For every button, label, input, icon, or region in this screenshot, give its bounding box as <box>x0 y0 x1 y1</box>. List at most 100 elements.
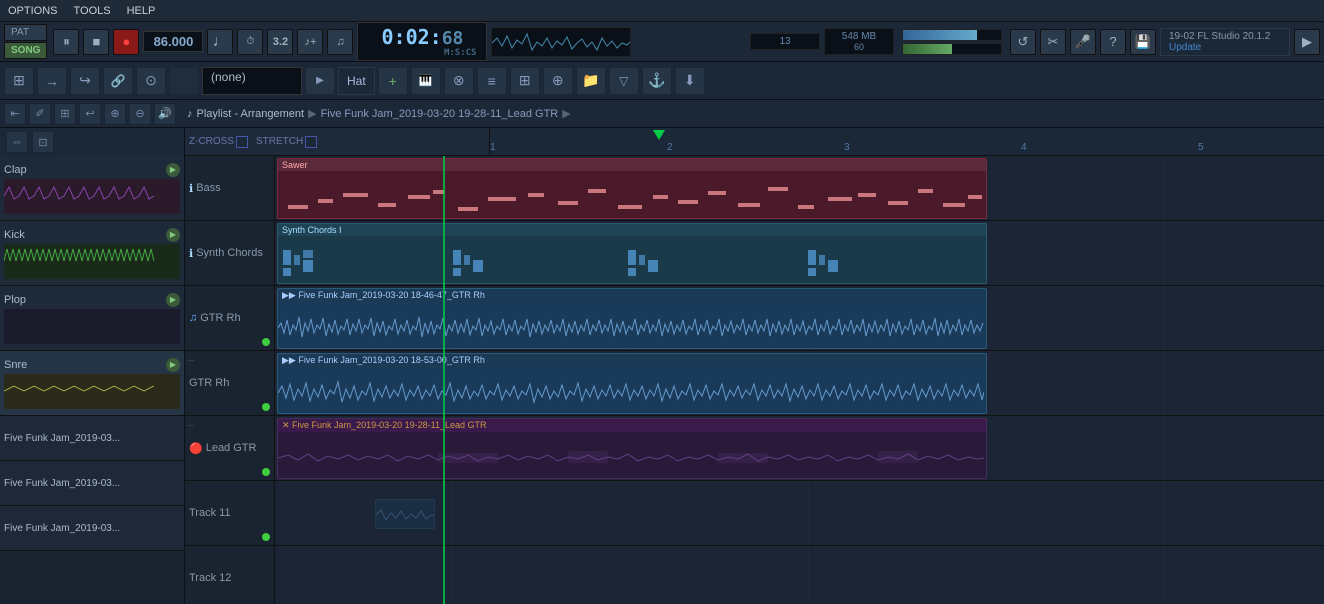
track-kick-row[interactable]: Kick ▶ <box>0 221 184 286</box>
track-plop-row[interactable]: Plop ▶ <box>0 286 184 351</box>
instrument-value: (none) <box>211 70 246 84</box>
breadcrumb-sep2: ▶ <box>562 107 570 120</box>
right-arrow-btn[interactable]: → <box>37 67 67 95</box>
z-cross-checkbox[interactable] <box>236 136 248 148</box>
mixer-btn[interactable]: ≡ <box>477 67 507 95</box>
track-file3-row[interactable]: Five Funk Jam_2019-03... <box>0 506 184 551</box>
gtr2-lane[interactable]: ▶▶ Five Funk Jam_2019-03-20 18-53-00_GTR… <box>275 351 1324 416</box>
track-clap-row[interactable]: Clap ▶ <box>0 156 184 221</box>
help-icon-btn[interactable]: ? <box>1100 29 1126 55</box>
track-file1-row[interactable]: Five Funk Jam_2019-03... <box>0 416 184 461</box>
zoom2-btn[interactable]: ⊖ <box>129 103 151 125</box>
mem-value: 548 MB <box>831 31 887 42</box>
menu-tools[interactable]: TOOLS <box>66 3 119 19</box>
time-sub: 68 <box>442 28 464 49</box>
undo-btn[interactable]: ↩ <box>79 103 101 125</box>
plugin-btn[interactable]: ⊕ <box>543 67 573 95</box>
bass-block[interactable]: Sawer <box>277 158 987 219</box>
expand-btn[interactable]: ▶ <box>1294 29 1320 55</box>
play-inst-btn[interactable]: ▶ <box>305 67 335 95</box>
pat-button[interactable]: PAT <box>4 24 47 41</box>
stamp-btn[interactable]: ⊙ <box>136 67 166 95</box>
fl-update[interactable]: Update <box>1169 42 1281 53</box>
gtr2-dots: ... <box>187 353 195 363</box>
stretch-checkbox[interactable] <box>305 136 317 148</box>
track-file2-row[interactable]: Five Funk Jam_2019-03... <box>0 461 184 506</box>
plop-end-btn[interactable]: ▶ <box>166 293 180 307</box>
lead-block[interactable]: ✕ Five Funk Jam_2019-03-20 19-28-11_Lead… <box>277 418 987 479</box>
track11-green-dot <box>262 533 270 541</box>
lane-blocks-area: Sawer <box>275 156 1324 604</box>
track11-lane[interactable] <box>275 481 1324 546</box>
menu-options[interactable]: OPTIONS <box>0 3 66 19</box>
fl-info: 19-02 FL Studio 20.1.2 <box>1169 31 1281 42</box>
gtr2-lane-name: GTR Rh <box>189 377 229 389</box>
master-pitch[interactable] <box>902 43 1002 55</box>
synth-lane[interactable]: Synth Chords I <box>275 221 1324 286</box>
gtr1-lane[interactable]: ▶▶ Five Funk Jam_2019-03-20 18-46-47_GTR… <box>275 286 1324 351</box>
menu-help[interactable]: HELP <box>119 3 164 19</box>
playhead-arrow <box>653 130 665 140</box>
instrument-panel: ⇔ ⊡ Clap ▶ Kick ▶ <box>0 128 185 604</box>
knob-btn[interactable]: ⊗ <box>444 67 474 95</box>
gtr2-block[interactable]: ▶▶ Five Funk Jam_2019-03-20 18-53-00_GTR… <box>277 353 987 414</box>
nav-back-btn[interactable]: ⇤ <box>4 103 26 125</box>
metro-btn[interactable]: ⏱ <box>237 29 263 55</box>
filter-btn[interactable]: ▽ <box>609 67 639 95</box>
grid-btn[interactable]: ⊞ <box>4 67 34 95</box>
time-btn[interactable]: ♪+ <box>297 29 323 55</box>
anchor-btn[interactable]: ⚓ <box>642 67 672 95</box>
eq-btn[interactable]: ⊞ <box>510 67 540 95</box>
add-channel-btn[interactable]: + <box>378 67 408 95</box>
breadcrumb-playlist[interactable]: Playlist - Arrangement <box>197 108 305 120</box>
browser-btn[interactable]: 📁 <box>576 67 606 95</box>
stop-button[interactable]: ■ <box>83 29 109 55</box>
z-cross-label: Z-CROSS <box>189 136 234 147</box>
instrument-dropdown[interactable]: (none) <box>202 67 302 95</box>
kick-end-btn[interactable]: ▶ <box>166 228 180 242</box>
track-file3-name: Five Funk Jam_2019-03... <box>4 523 180 534</box>
toolbar2: ⊞ → ↪ 🔗 ⊙ (none) ▶ Hat + 🎹 ⊗ ≡ ⊞ ⊕ 📁 ▽ ⚓… <box>0 62 1324 100</box>
download-btn[interactable]: ⬇ <box>675 67 705 95</box>
snap-btn[interactable]: ⊞ <box>54 103 76 125</box>
ruler-numbers[interactable]: 1 2 3 4 5 <box>490 128 1324 155</box>
pattern-btn[interactable]: ♩ <box>207 29 233 55</box>
gtr1-block-label: ▶▶ Five Funk Jam_2019-03-20 18-46-47_GTR… <box>278 289 986 302</box>
master-vol[interactable] <box>902 29 1002 41</box>
gtr1-block[interactable]: ▶▶ Five Funk Jam_2019-03-20 18-46-47_GTR… <box>277 288 987 349</box>
cut-btn[interactable]: ✂ <box>1040 29 1066 55</box>
synth-block[interactable]: Synth Chords I <box>277 223 987 284</box>
cpu-display: 13 <box>750 33 820 50</box>
track12-lane[interactable] <box>275 546 1324 604</box>
save-btn[interactable]: 💾 <box>1130 29 1156 55</box>
snre-end-btn[interactable]: ▶ <box>166 358 180 372</box>
vol-btn[interactable]: 🔊 <box>154 103 176 125</box>
mute-btn[interactable] <box>169 67 199 95</box>
zoom-btn[interactable]: ⊕ <box>104 103 126 125</box>
bpm-display[interactable]: 86.000 <box>143 31 203 52</box>
mic-btn[interactable]: 🎤 <box>1070 29 1096 55</box>
link-btn[interactable]: 🔗 <box>103 67 133 95</box>
pause-button[interactable]: ⏸ <box>53 29 79 55</box>
bass-lane[interactable]: Sawer <box>275 156 1324 221</box>
tempo-btn[interactable]: 3.2 <box>267 29 293 55</box>
lane-info-bass: ℹ Bass <box>185 156 274 221</box>
ruler-mark-3: 3 <box>844 142 850 153</box>
pan-arrows-btn[interactable]: ⇔ <box>6 131 28 153</box>
breadcrumb-file[interactable]: Five Funk Jam_2019-03-20 19-28-11_Lead G… <box>321 108 559 120</box>
piano-btn[interactable]: 🎹 <box>411 67 441 95</box>
resize-btn[interactable]: ⊡ <box>32 131 54 153</box>
restart-btn[interactable]: ↺ <box>1010 29 1036 55</box>
record-button[interactable]: ● <box>113 29 139 55</box>
clap-end-btn[interactable]: ▶ <box>166 163 180 177</box>
track11-block[interactable] <box>375 499 435 529</box>
draw-btn[interactable]: ✐ <box>29 103 51 125</box>
track-snre-row[interactable]: Snre ▶ <box>0 351 184 416</box>
time-display: 0:02:68 M:S:CS <box>357 22 487 61</box>
lane-info-gtr2: GTR Rh ... <box>185 351 274 416</box>
mix-btn[interactable]: ♫ <box>327 29 353 55</box>
song-button[interactable]: SONG <box>4 42 47 59</box>
panel-header: ⇔ ⊡ <box>0 128 184 156</box>
lead-lane[interactable]: ✕ Five Funk Jam_2019-03-20 19-28-11_Lead… <box>275 416 1324 481</box>
curve-btn[interactable]: ↪ <box>70 67 100 95</box>
